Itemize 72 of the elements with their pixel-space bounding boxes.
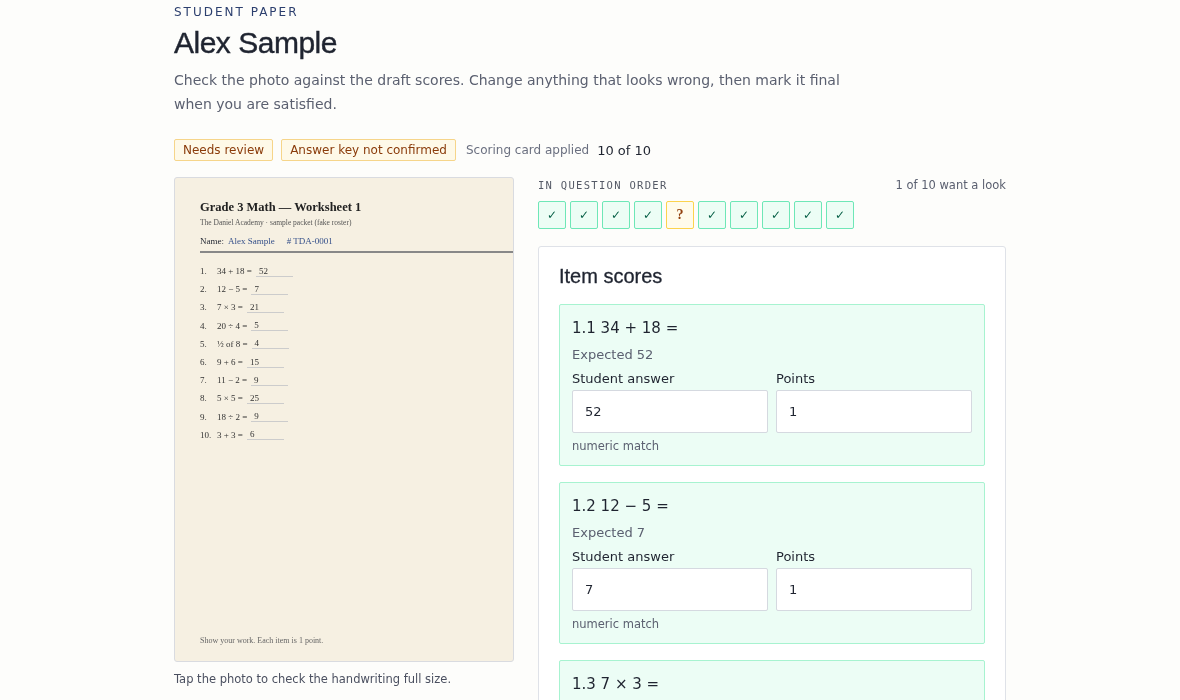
answer-field[interactable]: 7 bbox=[572, 568, 768, 611]
worksheet-photo[interactable] bbox=[174, 177, 514, 662]
problem-question: 11 − 2 = bbox=[217, 375, 248, 386]
checked-question-chip[interactable]: ✓ bbox=[826, 201, 854, 229]
problem-question: 18 ÷ 2 = bbox=[217, 411, 248, 422]
field-label: Points bbox=[776, 371, 817, 386]
worksheet-title: Grade 3 Math — Worksheet 1 bbox=[200, 200, 363, 215]
points-field[interactable]: 1 bbox=[776, 390, 972, 433]
status-badge: Answer key not confirmed bbox=[281, 139, 456, 161]
problem-number: 1. bbox=[200, 266, 208, 277]
checked-question-chip[interactable]: ✓ bbox=[538, 201, 566, 229]
problem-question: 9 + 6 = bbox=[217, 357, 243, 368]
status-badge: Needs review bbox=[174, 139, 274, 161]
field-label: Student answer bbox=[572, 549, 676, 564]
review-summary: 1 of 10 want a look bbox=[895, 178, 1006, 192]
checked-question-chip[interactable]: ✓ bbox=[570, 201, 598, 229]
scoring-value: 10 of 10 bbox=[597, 142, 652, 158]
checked-question-chip[interactable]: ✓ bbox=[698, 201, 726, 229]
student-id: # TDA-0001 bbox=[286, 236, 333, 246]
handwritten-answer: 25 bbox=[246, 392, 284, 404]
problem-question: 20 ÷ 4 = bbox=[217, 320, 248, 331]
problem-number: 3. bbox=[200, 302, 208, 313]
problem-question: 12 − 5 = bbox=[217, 284, 248, 295]
answer-field[interactable]: 52 bbox=[572, 390, 768, 433]
field-label: Points bbox=[776, 549, 817, 564]
item-heading: 1.2 12 − 5 = bbox=[572, 497, 670, 515]
flagged-question-chip[interactable]: ? bbox=[666, 201, 694, 229]
handwritten-answer: 52 bbox=[255, 265, 293, 277]
handwritten-answer: 7 bbox=[251, 283, 289, 295]
problem-number: 7. bbox=[200, 375, 208, 386]
order-label: IN QUESTION ORDER bbox=[538, 179, 668, 191]
expected-answer: Expected 52 bbox=[572, 347, 655, 362]
handwritten-answer: 9 bbox=[251, 411, 289, 423]
handwritten-answer: 15 bbox=[246, 356, 284, 368]
handwritten-answer: 4 bbox=[251, 338, 289, 350]
expected-answer: Expected 7 bbox=[572, 525, 647, 540]
checked-question-chip[interactable]: ✓ bbox=[602, 201, 630, 229]
eyebrow-label: STUDENT PAPER bbox=[174, 4, 300, 19]
problem-number: 9. bbox=[200, 411, 208, 422]
student-name: Alex Sample bbox=[228, 236, 275, 246]
checked-question-chip[interactable]: ✓ bbox=[634, 201, 662, 229]
problem-number: 10. bbox=[200, 429, 213, 440]
problem-question: 5 × 5 = bbox=[217, 393, 243, 404]
photo-hint: Tap the photo to check the handwriting full size. bbox=[174, 672, 453, 686]
match-method: numeric match bbox=[572, 439, 661, 453]
item-heading: 1.1 34 + 18 = bbox=[572, 319, 680, 337]
worksheet-footer: Show your work. Each item is 1 point. bbox=[200, 636, 513, 645]
handwritten-answer: 21 bbox=[246, 301, 284, 313]
problem-number: 6. bbox=[200, 357, 208, 368]
checked-question-chip[interactable]: ✓ bbox=[730, 201, 758, 229]
field-label: Student answer bbox=[572, 371, 676, 386]
page-title: Alex Sample bbox=[174, 26, 338, 60]
problem-number: 4. bbox=[200, 320, 208, 331]
scoring-label: Scoring card applied bbox=[465, 143, 590, 157]
intro-text: Check the photo against the draft scores. Change anything that looks wrong, then mark it final when you are satisfied. bbox=[174, 71, 841, 114]
panel-title: Item scores bbox=[559, 265, 664, 288]
problem-question: 34 + 18 = bbox=[217, 266, 252, 277]
points-field[interactable]: 1 bbox=[776, 568, 972, 611]
problem-question: ½ of 8 = bbox=[217, 338, 248, 349]
checked-question-chip[interactable]: ✓ bbox=[794, 201, 822, 229]
problem-number: 5. bbox=[200, 338, 208, 349]
handwritten-answer: 5 bbox=[251, 320, 289, 332]
handwritten-answer: 9 bbox=[251, 374, 289, 386]
problem-number: 8. bbox=[200, 393, 208, 404]
checked-question-chip[interactable]: ✓ bbox=[762, 201, 790, 229]
name-label: Name: bbox=[200, 236, 224, 246]
problem-number: 2. bbox=[200, 284, 208, 295]
handwritten-answer: 6 bbox=[246, 429, 284, 441]
problem-question: 7 × 3 = bbox=[217, 302, 243, 313]
match-method: numeric match bbox=[572, 617, 661, 631]
item-heading: 1.3 7 × 3 = bbox=[572, 675, 661, 693]
problem-question: 3 + 3 = bbox=[217, 429, 243, 440]
